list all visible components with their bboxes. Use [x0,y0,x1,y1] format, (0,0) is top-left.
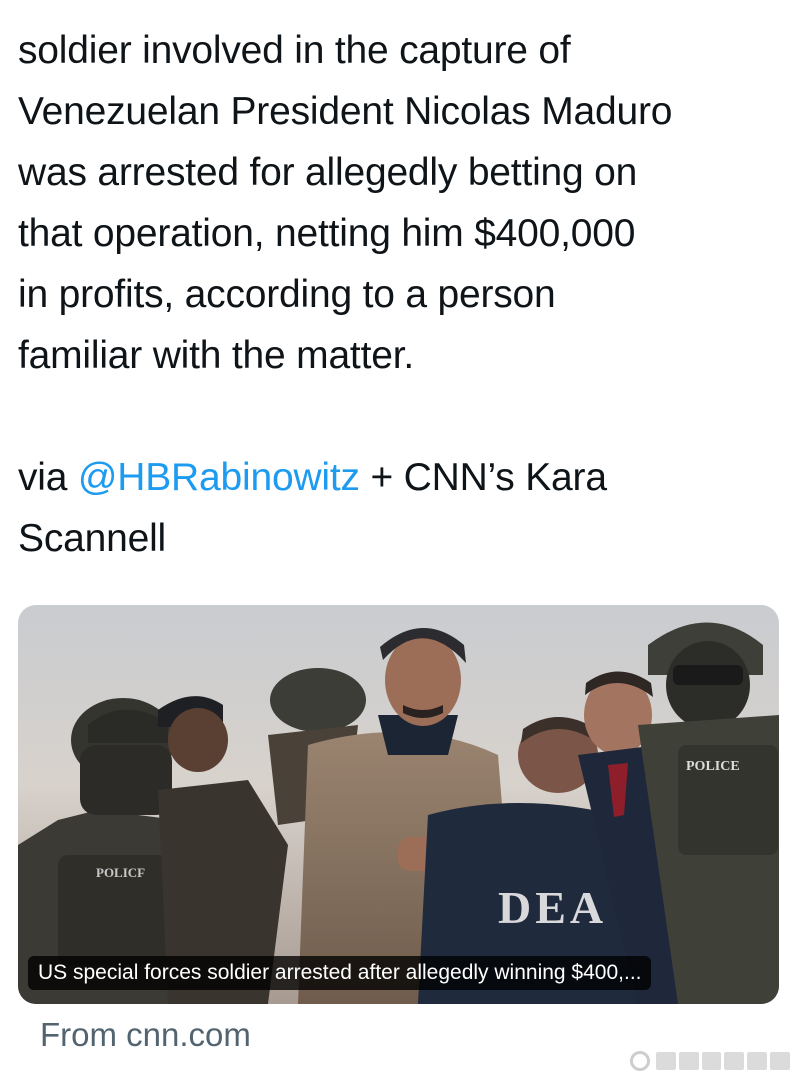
watermark-logo-icon [630,1051,650,1071]
watermark-bars [656,1052,790,1070]
tweet-line: was arrested for allegedly betting on [18,151,638,194]
tweet-body: soldier involved in the capture of Venez… [18,20,778,569]
card-headline: US special forces soldier arrested after… [28,956,652,990]
mention-link[interactable]: @HBRabinowitz [78,456,360,499]
watermark [630,1050,790,1072]
source-link[interactable]: From cnn.com [40,1014,251,1056]
via-line: via @HBRabinowitz + CNN’s Kara [18,447,778,508]
via-line-2: Scannell [18,517,167,560]
via-prefix: via [18,456,78,499]
tweet-line: that operation, netting him $400,000 [18,212,636,255]
link-card[interactable]: POLICF DEA DE POLICE US special [18,605,779,1004]
card-image: POLICF DEA DE POLICE [18,605,779,1004]
tweet-line: Venezuelan President Nicolas Maduro [18,90,673,133]
vest-label: POLICF [96,865,145,880]
dea-label: DEA [498,882,607,933]
via-suffix: + CNN’s Kara [359,456,607,499]
tweet-line: soldier involved in the capture of [18,29,571,72]
vest-label: POLICE [686,759,740,774]
tweet-line: in profits, according to a person [18,273,556,316]
tweet-line: familiar with the matter. [18,334,414,377]
